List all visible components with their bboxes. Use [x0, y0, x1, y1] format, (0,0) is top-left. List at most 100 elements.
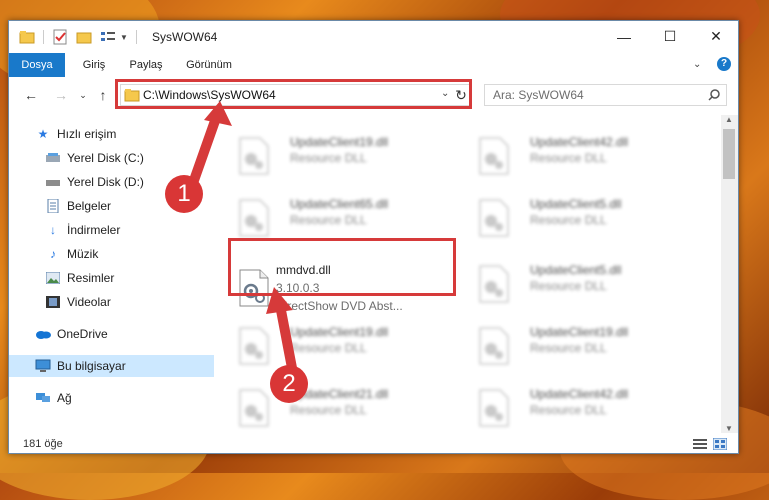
dll-file-icon: [479, 137, 509, 175]
expand-ribbon-icon[interactable]: ⌄: [693, 59, 701, 70]
search-icon[interactable]: [708, 89, 720, 101]
close-button[interactable]: ✕: [693, 21, 738, 52]
view-icon[interactable]: [100, 30, 118, 44]
tab-home[interactable]: Giriş: [71, 53, 117, 77]
recent-dropdown-icon[interactable]: ⌄: [75, 86, 91, 104]
sidebar-item-music[interactable]: ♪ Müzik 📌: [9, 243, 241, 265]
file-name: UpdateClient19.dll: [530, 325, 629, 339]
file-name: UpdateClient65.dll: [290, 197, 389, 211]
cloud-icon: [35, 326, 51, 342]
sidebar-item-label: OneDrive: [57, 327, 108, 341]
scroll-up-icon[interactable]: ▲: [725, 115, 733, 124]
file-item[interactable]: UpdateClient19.dll Resource DLL: [464, 319, 694, 373]
item-count: 181 öğe: [23, 438, 63, 450]
file-item[interactable]: UpdateClient21.dll Resource DLL: [224, 381, 454, 433]
file-name: UpdateClient19.dll: [290, 135, 389, 149]
sidebar-item-label: Ağ: [57, 391, 72, 405]
scroll-down-icon[interactable]: ▼: [725, 424, 733, 433]
ribbon: Dosya Giriş Paylaş Görünüm ⌄ ?: [9, 53, 738, 107]
forward-arrow-icon[interactable]: →: [53, 86, 69, 104]
sidebar-item-disk-c[interactable]: Yerel Disk (C:): [9, 147, 241, 169]
file-description: Resource DLL: [530, 213, 607, 227]
music-icon: ♪: [50, 247, 56, 261]
scrollbar-thumb[interactable]: [723, 129, 735, 179]
dll-file-icon: [239, 327, 269, 365]
tab-view[interactable]: Görünüm: [177, 53, 241, 77]
large-icons-view-icon[interactable]: [713, 438, 727, 450]
file-description: Resource DLL: [290, 213, 367, 227]
sidebar-item-label: İndirmeler: [67, 223, 121, 237]
up-arrow-icon[interactable]: ↑: [95, 86, 111, 104]
sidebar-item-label: Yerel Disk (D:): [67, 175, 144, 189]
step-badge-2: 2: [270, 365, 308, 403]
network-icon: [35, 390, 51, 406]
sidebar-item-videos[interactable]: Videolar 📌: [9, 291, 241, 313]
sidebar-item-pictures[interactable]: Resimler 📌: [9, 267, 241, 289]
minimize-button[interactable]: —: [601, 21, 647, 52]
sidebar-item-label: Hızlı erişim: [57, 127, 117, 141]
maximize-button[interactable]: ☐: [647, 21, 693, 52]
file-item[interactable]: UpdateClient19.dll Resource DLL: [224, 319, 454, 373]
dll-file-icon: [239, 389, 269, 427]
help-icon[interactable]: ?: [717, 57, 731, 71]
file-item[interactable]: UpdateClient5.dll Resource DLL: [464, 257, 694, 311]
details-view-icon[interactable]: [693, 438, 707, 450]
file-description: Resource DLL: [530, 341, 607, 355]
title-bar: ▼ SysWOW64 — ☐ ✕: [9, 21, 738, 53]
drive-icon: [45, 150, 61, 166]
folder-icon[interactable]: [19, 30, 35, 44]
sidebar-item-network[interactable]: Ağ: [9, 387, 231, 409]
sidebar-item-quick-access[interactable]: ★ Hızlı erişim: [9, 123, 231, 145]
sidebar-item-downloads[interactable]: ↓ İndirmeler 📌: [9, 219, 241, 241]
properties-icon[interactable]: [52, 29, 68, 45]
sidebar-item-label: Yerel Disk (C:): [67, 151, 144, 165]
sidebar-item-label: Resimler: [67, 271, 115, 285]
divider: [135, 30, 137, 44]
file-item[interactable]: UpdateClient42.dll Resource DLL: [464, 381, 694, 433]
sidebar-item-this-pc[interactable]: Bu bilgisayar: [9, 355, 231, 377]
file-item[interactable]: UpdateClient65.dll Resource DLL: [224, 191, 454, 245]
file-name: UpdateClient5.dll: [530, 197, 622, 211]
search-box[interactable]: [484, 84, 727, 106]
navigation-pane: ★ Hızlı erişim Yerel Disk (C:) Yerel Dis…: [9, 115, 237, 433]
file-item[interactable]: UpdateClient19.dll Resource DLL: [224, 129, 454, 183]
file-description: Resource DLL: [530, 403, 607, 417]
documents-icon: [45, 198, 61, 214]
new-folder-icon[interactable]: [76, 30, 92, 44]
sidebar-item-label: Videolar: [67, 295, 111, 309]
star-icon: ★: [37, 127, 49, 141]
computer-icon: [35, 358, 51, 374]
download-icon: ↓: [50, 223, 56, 237]
pictures-icon: [45, 270, 61, 286]
videos-icon: [45, 294, 61, 310]
highlight-file-item: [228, 238, 456, 296]
file-description: Resource DLL: [290, 151, 367, 165]
customize-dropdown-icon[interactable]: ▼: [120, 33, 128, 42]
sidebar-item-onedrive[interactable]: OneDrive: [9, 323, 231, 345]
sidebar-item-documents[interactable]: Belgeler: [9, 195, 241, 217]
file-description: DirectShow DVD Abst...: [276, 299, 403, 313]
file-item[interactable]: UpdateClient5.dll Resource DLL: [464, 191, 694, 245]
window-title: SysWOW64: [152, 30, 218, 44]
divider: [43, 30, 44, 44]
search-input[interactable]: [491, 87, 695, 103]
dll-file-icon: [479, 327, 509, 365]
sidebar-item-disk-d[interactable]: Yerel Disk (D:): [9, 171, 241, 193]
file-description: Resource DLL: [290, 341, 367, 355]
file-name: UpdateClient5.dll: [530, 263, 622, 277]
file-name: UpdateClient42.dll: [530, 387, 629, 401]
vertical-scrollbar[interactable]: ▲ ▼: [721, 115, 738, 433]
file-description: Resource DLL: [290, 403, 367, 417]
tab-share[interactable]: Paylaş: [121, 53, 171, 77]
dll-file-icon: [239, 137, 269, 175]
file-description: Resource DLL: [530, 279, 607, 293]
dll-file-icon: [479, 199, 509, 237]
sidebar-item-label: Müzik: [67, 247, 99, 261]
highlight-address-bar: [115, 79, 472, 109]
dll-file-icon: [479, 265, 509, 303]
drive-icon: [45, 174, 61, 190]
file-item[interactable]: UpdateClient42.dll Resource DLL: [464, 129, 694, 183]
dll-file-icon: [239, 199, 269, 237]
status-bar: 181 öğe: [9, 433, 738, 453]
back-arrow-icon[interactable]: ←: [23, 86, 39, 104]
